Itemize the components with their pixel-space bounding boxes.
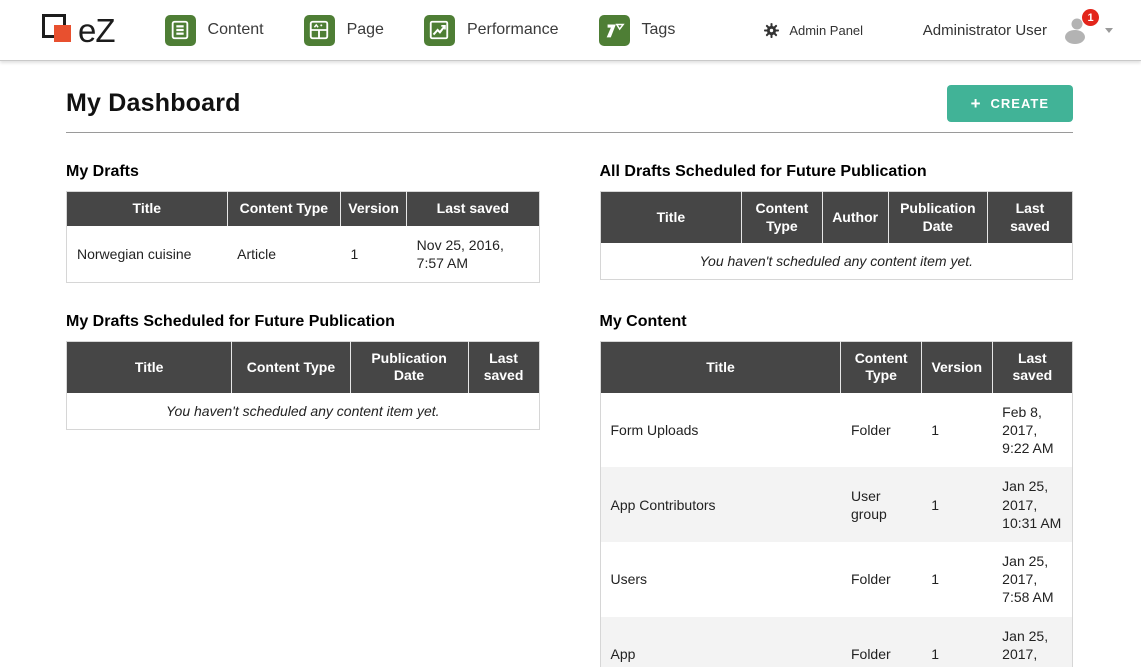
content-icon: [165, 15, 196, 46]
table-cell: App Contributors: [600, 467, 841, 542]
section-my-drafts-scheduled: My Drafts Scheduled for Future Publicati…: [66, 313, 540, 667]
table-cell: 1: [921, 467, 992, 542]
column-header: Author: [822, 192, 888, 244]
table-cell: Nov 25, 2016, 7:57 AM: [407, 226, 539, 283]
table-cell: 1: [921, 542, 992, 617]
table-cell: App: [600, 617, 841, 667]
table-cell: Folder: [841, 617, 921, 667]
plus-icon: +: [971, 97, 982, 111]
table-cell: Form Uploads: [600, 393, 841, 468]
all-drafts-scheduled-table: TitleContent TypeAuthorPublication DateL…: [600, 191, 1074, 280]
admin-panel-button[interactable]: Admin Panel: [763, 22, 863, 39]
table-cell: Article: [227, 226, 340, 283]
dashboard-grid: My Drafts TitleContent TypeVersionLast s…: [66, 163, 1073, 667]
ez-logo-text: eZ: [78, 14, 115, 47]
create-button[interactable]: + CREATE: [947, 85, 1073, 122]
column-header: Last saved: [468, 341, 539, 393]
column-header: Version: [341, 192, 407, 226]
table-row[interactable]: AppFolder1Jan 25, 2017, 7:55 AM: [600, 617, 1073, 667]
table-cell: Jan 25, 2017, 7:55 AM: [992, 617, 1072, 667]
table-cell: Jan 25, 2017, 7:58 AM: [992, 542, 1072, 617]
tags-icon: [599, 15, 630, 46]
table-row[interactable]: UsersFolder1Jan 25, 2017, 7:58 AM: [600, 542, 1073, 617]
table-cell: 1: [341, 226, 407, 283]
page-title: My Dashboard: [66, 89, 241, 118]
my-drafts-table: TitleContent TypeVersionLast savedNorweg…: [66, 191, 540, 283]
chevron-down-icon[interactable]: [1105, 28, 1113, 33]
empty-state-row: You haven't scheduled any content item y…: [67, 393, 540, 430]
nav-item-page[interactable]: Page: [304, 15, 384, 46]
section-heading: My Drafts: [66, 163, 540, 181]
column-header: Publication Date: [888, 192, 987, 244]
avatar[interactable]: 1: [1061, 16, 1091, 44]
empty-state-message: You haven't scheduled any content item y…: [600, 243, 1073, 280]
column-header: Content Type: [227, 192, 340, 226]
table-cell: Folder: [841, 393, 921, 468]
page-header: My Dashboard + CREATE: [66, 85, 1073, 133]
empty-state-message: You haven't scheduled any content item y…: [67, 393, 540, 430]
gear-icon: [763, 22, 780, 39]
column-header: Last saved: [987, 192, 1072, 244]
table-cell: Folder: [841, 542, 921, 617]
table-cell: 1: [921, 617, 992, 667]
table-row[interactable]: Norwegian cuisineArticle1Nov 25, 2016, 7…: [67, 226, 540, 283]
create-button-label: CREATE: [991, 96, 1049, 111]
section-all-drafts-scheduled: All Drafts Scheduled for Future Publicat…: [600, 163, 1074, 283]
column-header: Title: [600, 341, 841, 393]
column-header: Title: [67, 192, 228, 226]
section-heading: All Drafts Scheduled for Future Publicat…: [600, 163, 1074, 181]
nav-label-page: Page: [347, 21, 384, 39]
main-menu: Content Page Per: [165, 15, 676, 46]
column-header: Last saved: [407, 192, 539, 226]
section-my-drafts: My Drafts TitleContent TypeVersionLast s…: [66, 163, 540, 283]
column-header: Title: [67, 341, 232, 393]
nav-item-tags[interactable]: Tags: [599, 15, 676, 46]
column-header: Version: [921, 341, 992, 393]
my-content-table: TitleContent TypeVersionLast savedForm U…: [600, 341, 1074, 667]
nav-label-tags: Tags: [642, 21, 676, 39]
performance-icon: [424, 15, 455, 46]
nav-item-content[interactable]: Content: [165, 15, 264, 46]
section-heading: My Drafts Scheduled for Future Publicati…: [66, 313, 540, 331]
empty-state-row: You haven't scheduled any content item y…: [600, 243, 1073, 280]
table-row[interactable]: App ContributorsUser group1Jan 25, 2017,…: [600, 467, 1073, 542]
notification-badge[interactable]: 1: [1082, 9, 1099, 26]
nav-label-content: Content: [208, 21, 264, 39]
nav-label-performance: Performance: [467, 21, 559, 39]
section-my-content: My Content TitleContent TypeVersionLast …: [600, 313, 1074, 667]
ez-logo[interactable]: eZ: [40, 10, 115, 50]
page-icon: [304, 15, 335, 46]
nav-item-performance[interactable]: Performance: [424, 15, 559, 46]
ez-logo-icon: [40, 10, 78, 50]
top-navigation-bar: eZ Content: [0, 0, 1141, 61]
column-header: Title: [600, 192, 742, 244]
user-name: Administrator User: [923, 22, 1047, 39]
column-header: Content Type: [232, 341, 350, 393]
table-cell: Feb 8, 2017, 9:22 AM: [992, 393, 1072, 468]
section-heading: My Content: [600, 313, 1074, 331]
column-header: Last saved: [992, 341, 1072, 393]
table-cell: 1: [921, 393, 992, 468]
table-cell: Jan 25, 2017, 10:31 AM: [992, 467, 1072, 542]
table-cell: User group: [841, 467, 921, 542]
table-row[interactable]: Form UploadsFolder1Feb 8, 2017, 9:22 AM: [600, 393, 1073, 468]
my-drafts-scheduled-table: TitleContent TypePublication DateLast sa…: [66, 341, 540, 430]
dashboard-page: My Dashboard + CREATE My Drafts TitleCon…: [0, 61, 1141, 667]
table-cell: Users: [600, 542, 841, 617]
user-menu[interactable]: Administrator User 1: [923, 16, 1113, 44]
admin-panel-label: Admin Panel: [789, 23, 863, 38]
table-cell: Norwegian cuisine: [67, 226, 228, 283]
column-header: Content Type: [742, 192, 822, 244]
column-header: Content Type: [841, 341, 921, 393]
column-header: Publication Date: [350, 341, 468, 393]
